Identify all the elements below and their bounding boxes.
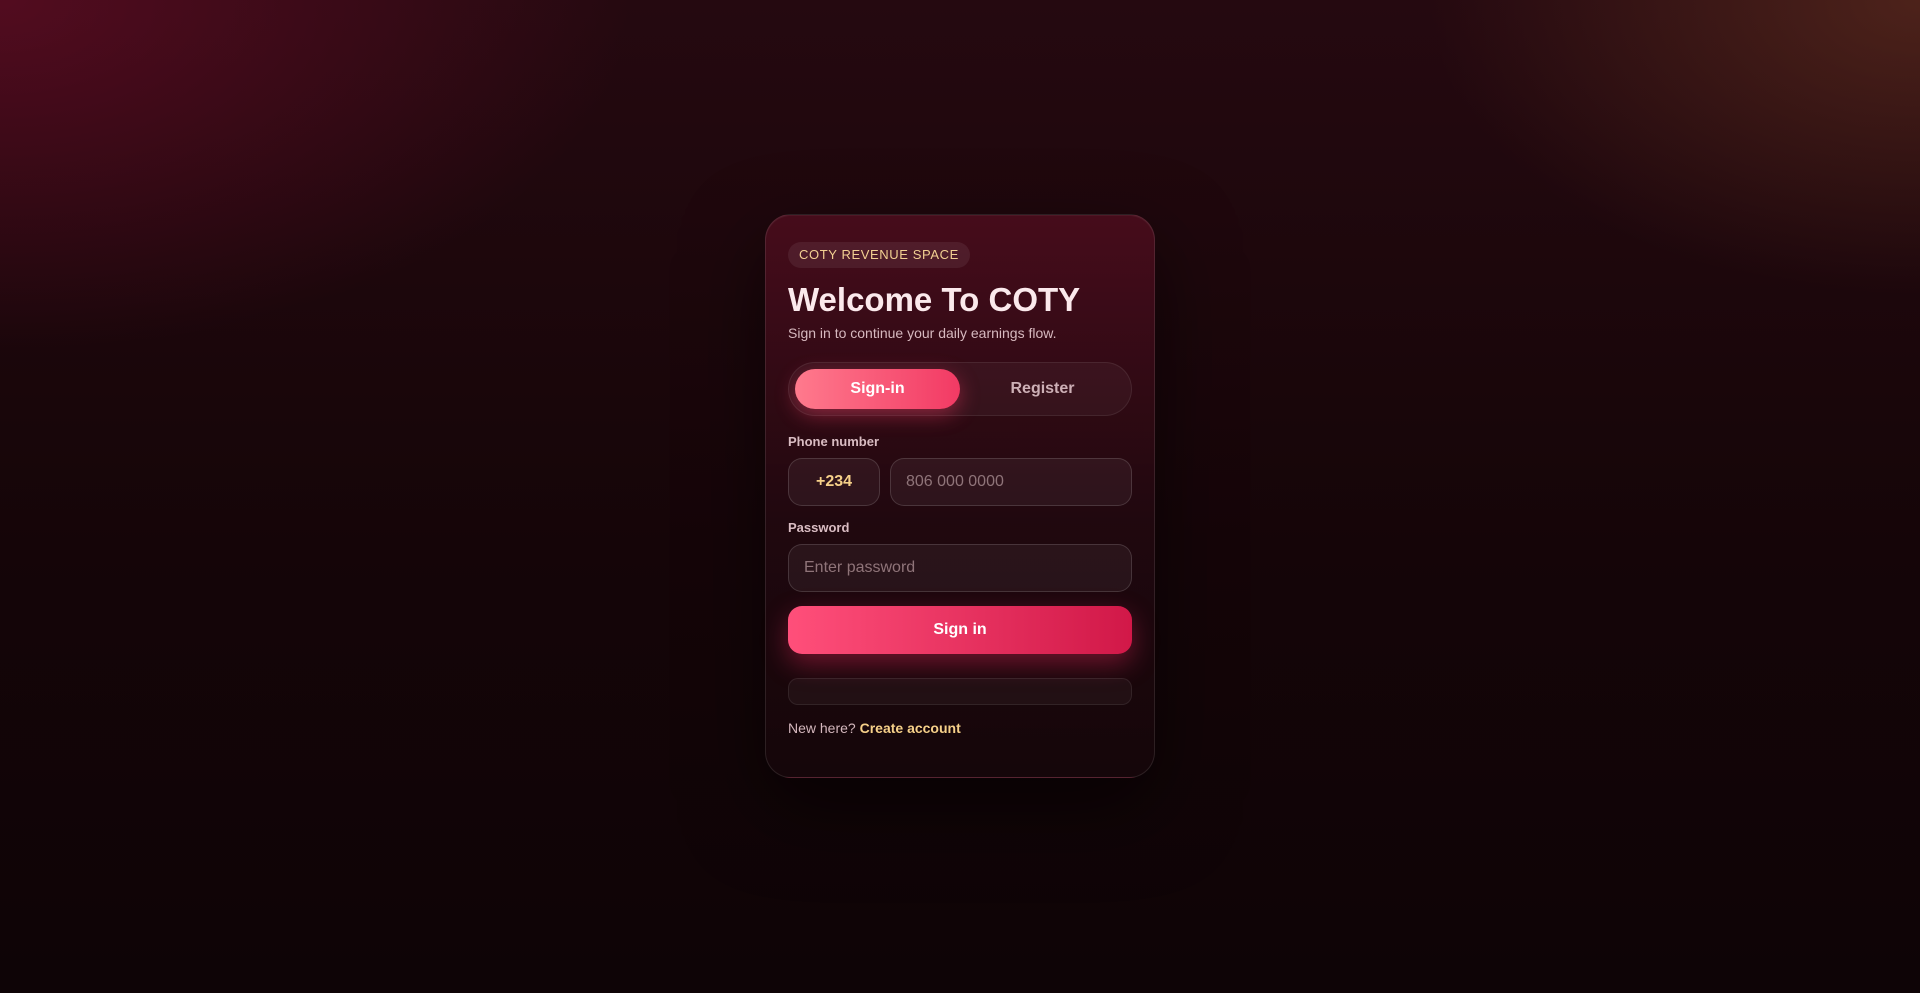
status-message-box <box>788 678 1132 705</box>
phone-label: Phone number <box>788 434 880 449</box>
footer: New here? Create account <box>788 719 1132 737</box>
phone-input[interactable] <box>890 458 1132 506</box>
footer-prompt: New here? <box>788 720 856 736</box>
create-account-link[interactable]: Create account <box>860 720 961 736</box>
login-card: COTY REVENUE SPACE Welcome To COTY Sign … <box>765 214 1155 778</box>
password-label: Password <box>788 520 850 535</box>
brand-badge: COTY REVENUE SPACE <box>788 242 970 268</box>
page-title: Welcome To COTY <box>788 281 1081 318</box>
phone-row: +234 <box>788 458 1132 506</box>
page-subtitle: Sign in to continue your daily earnings … <box>788 325 1057 341</box>
sign-in-button[interactable]: Sign in <box>788 606 1132 654</box>
password-input[interactable] <box>788 544 1132 592</box>
auth-tabs: Sign-in Register <box>788 362 1132 416</box>
tab-sign-in[interactable]: Sign-in <box>795 369 960 409</box>
tab-register[interactable]: Register <box>960 369 1125 409</box>
country-code-selector[interactable]: +234 <box>788 458 880 506</box>
